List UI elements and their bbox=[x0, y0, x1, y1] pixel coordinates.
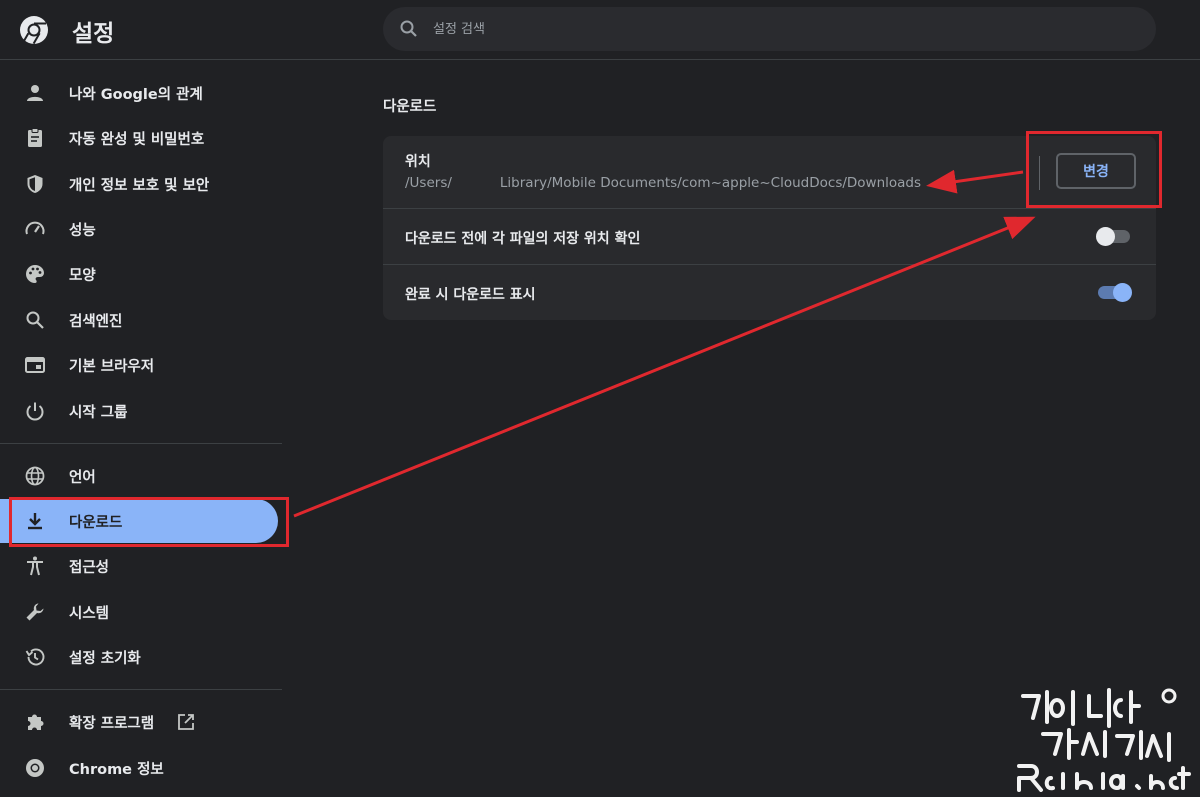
sidebar-item-on-startup[interactable]: 시작 그룹 bbox=[0, 389, 278, 433]
show-when-done-toggle[interactable] bbox=[1096, 282, 1132, 302]
sidebar-item-search-engine[interactable]: 검색엔진 bbox=[0, 298, 278, 342]
sidebar-item-autofill[interactable]: 자동 완성 및 비밀번호 bbox=[0, 116, 278, 160]
sidebar-item-label: 자동 완성 및 비밀번호 bbox=[69, 132, 205, 148]
search-icon bbox=[400, 20, 417, 37]
search-icon bbox=[26, 311, 44, 329]
sidebar: 나와 Google의 관계 자동 완성 및 비밀번호 개인 정보 보호 및 보안… bbox=[0, 60, 282, 797]
ask-before-download-toggle[interactable] bbox=[1096, 226, 1132, 246]
sidebar-item-privacy[interactable]: 개인 정보 보호 및 보안 bbox=[0, 162, 278, 206]
sidebar-item-label: 나와 Google의 관계 bbox=[69, 87, 203, 103]
accessibility-icon bbox=[27, 556, 43, 576]
search-input[interactable] bbox=[433, 7, 1133, 51]
location-label: 위치 bbox=[405, 154, 431, 170]
chrome-icon bbox=[26, 759, 44, 777]
toggle-knob bbox=[1096, 227, 1115, 246]
puzzle-icon bbox=[28, 714, 44, 730]
handwritten-watermark-logo bbox=[1017, 688, 1191, 792]
sidebar-item-performance[interactable]: 성능 bbox=[0, 207, 278, 251]
header: 설정 bbox=[0, 0, 1200, 60]
sidebar-item-label: 접근성 bbox=[69, 560, 110, 576]
sidebar-item-accessibility[interactable]: 접근성 bbox=[0, 544, 278, 588]
page-title: 설정 bbox=[72, 21, 115, 47]
location-path-end: Library/Mobile Documents/com~apple~Cloud… bbox=[499, 175, 922, 191]
sidebar-item-label: 검색엔진 bbox=[69, 314, 123, 330]
sidebar-divider bbox=[0, 689, 282, 690]
row-divider bbox=[383, 208, 1156, 209]
show-when-done-label: 완료 시 다운로드 표시 bbox=[405, 287, 536, 303]
power-icon bbox=[26, 402, 44, 421]
sidebar-item-label: 언어 bbox=[69, 470, 96, 486]
location-path-start: /Users/ bbox=[405, 175, 452, 191]
ask-before-download-label: 다운로드 전에 각 파일의 저장 위치 확인 bbox=[405, 231, 641, 247]
sidebar-item-reset-settings[interactable]: 설정 초기화 bbox=[0, 635, 278, 679]
globe-icon bbox=[25, 466, 45, 486]
browser-icon bbox=[25, 357, 45, 373]
sidebar-item-label: 설정 초기화 bbox=[69, 651, 141, 667]
location-path: /Users/Library/Mobile Documents/com~appl… bbox=[405, 175, 921, 191]
clipboard-icon bbox=[28, 128, 42, 147]
wrench-icon bbox=[26, 603, 44, 621]
sidebar-item-label: 기본 브라우저 bbox=[69, 359, 155, 375]
row-divider bbox=[383, 264, 1156, 265]
section-title: 다운로드 bbox=[383, 99, 437, 115]
sidebar-item-you-and-google[interactable]: 나와 Google의 관계 bbox=[0, 71, 278, 115]
sidebar-item-label: 개인 정보 보호 및 보안 bbox=[69, 178, 210, 194]
chrome-logo-icon bbox=[20, 16, 48, 45]
toggle-knob bbox=[1113, 283, 1132, 302]
sidebar-item-label: Chrome 정보 bbox=[69, 762, 164, 778]
annotation-box-change-button bbox=[1026, 131, 1162, 208]
sidebar-item-about-chrome[interactable]: Chrome 정보 bbox=[0, 746, 278, 790]
sidebar-item-default-browser[interactable]: 기본 브라우저 bbox=[0, 343, 278, 387]
sidebar-item-label: 확장 프로그램 bbox=[69, 716, 155, 732]
sidebar-item-label: 성능 bbox=[69, 223, 96, 239]
sidebar-item-system[interactable]: 시스템 bbox=[0, 590, 278, 634]
sidebar-item-label: 시작 그룹 bbox=[69, 405, 128, 421]
shield-icon bbox=[27, 175, 43, 193]
history-icon bbox=[25, 648, 45, 666]
annotation-box-downloads bbox=[9, 497, 289, 547]
search-box[interactable] bbox=[383, 7, 1156, 51]
person-icon bbox=[27, 85, 43, 101]
sidebar-item-label: 시스템 bbox=[69, 606, 110, 622]
sidebar-item-label: 모양 bbox=[69, 268, 96, 284]
palette-icon bbox=[26, 265, 44, 283]
sidebar-item-languages[interactable]: 언어 bbox=[0, 454, 278, 498]
sidebar-item-appearance[interactable]: 모양 bbox=[0, 252, 278, 296]
sidebar-item-extensions[interactable]: 확장 프로그램 bbox=[0, 700, 278, 744]
gauge-icon bbox=[25, 221, 45, 235]
sidebar-divider bbox=[0, 443, 282, 444]
external-link-icon bbox=[178, 714, 194, 730]
